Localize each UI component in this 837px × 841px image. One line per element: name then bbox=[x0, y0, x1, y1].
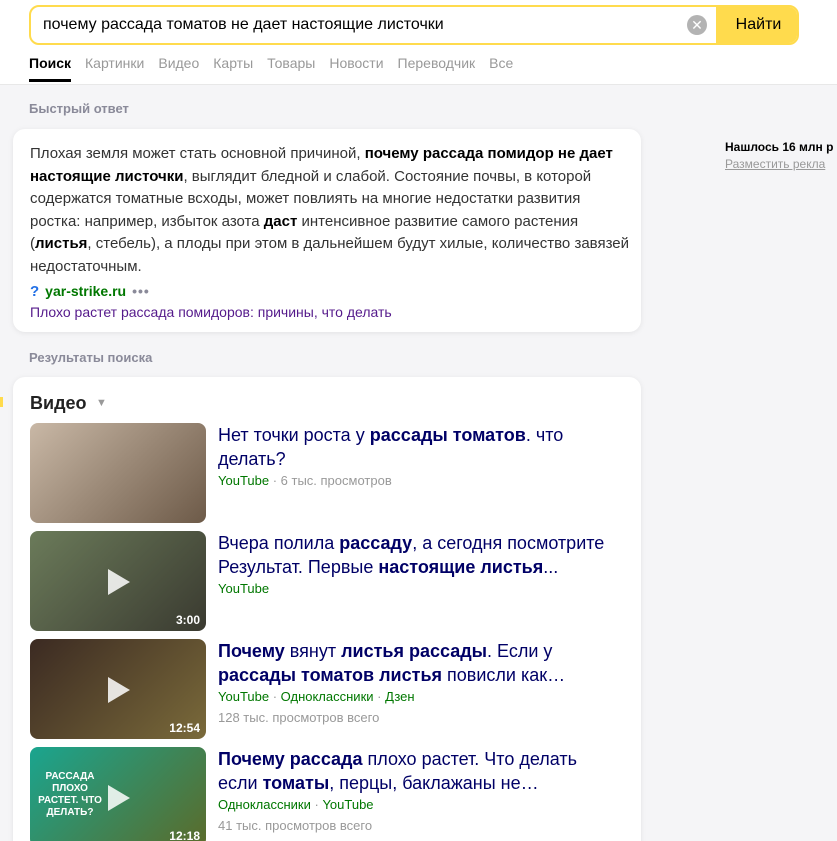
separator: · bbox=[269, 473, 281, 488]
text-fragment: , стебель), а плоды при этом в дальнейше… bbox=[30, 235, 630, 275]
results-area: Быстрый ответ Плохая земля может стать о… bbox=[0, 85, 837, 841]
search-box[interactable]: почему рассада томатов не дает настоящие… bbox=[29, 5, 799, 45]
video-host-link[interactable]: YouTube bbox=[218, 581, 269, 596]
header: почему рассада томатов не дает настоящие… bbox=[0, 0, 837, 85]
tab-2[interactable]: Видео bbox=[158, 54, 199, 74]
play-icon[interactable] bbox=[108, 569, 130, 595]
video-meta: YouTube · Одноклассники · Дзен bbox=[218, 689, 415, 704]
view-count: 6 тыс. просмотров bbox=[280, 473, 392, 488]
text-fragment: рассаду bbox=[339, 533, 413, 553]
search-button[interactable]: Найти bbox=[716, 7, 797, 43]
view-count: 41 тыс. просмотров всего bbox=[218, 818, 373, 833]
sidebar: Нашлось 16 млн р Разместить рекла bbox=[725, 140, 833, 171]
chevron-down-icon[interactable]: ▼ bbox=[96, 397, 107, 409]
scroll-marker bbox=[0, 397, 3, 407]
video-title-link[interactable]: Нет точки роста у рассады томатов. что д… bbox=[218, 423, 618, 471]
quick-answer-source: ? yar-strike.ru ••• bbox=[30, 282, 150, 300]
text-fragment: настоящие листья bbox=[378, 557, 544, 577]
text-fragment: Почему рассада bbox=[218, 749, 363, 769]
separator: · bbox=[373, 689, 386, 704]
video-host-link[interactable]: Дзен bbox=[385, 689, 414, 704]
video-card: Видео ▼ Нет точки роста у рассады томато… bbox=[13, 377, 641, 841]
tab-4[interactable]: Товары bbox=[267, 54, 315, 74]
play-icon[interactable] bbox=[108, 785, 130, 811]
video-item[interactable]: РАССАДА ПЛОХО РАСТЕТ. ЧТО ДЕЛАТЬ? 12:18 По… bbox=[30, 747, 625, 841]
text-fragment: даст bbox=[263, 212, 298, 230]
text-fragment: , перцы, баклажаны не… bbox=[329, 773, 539, 793]
text-fragment: . Если у bbox=[487, 641, 553, 661]
video-heading[interactable]: Видео bbox=[30, 393, 87, 414]
video-title-link[interactable]: Вчера полила рассаду, а сегодня посмотри… bbox=[218, 531, 618, 579]
video-thumbnail[interactable] bbox=[30, 423, 206, 523]
view-count: 128 тыс. просмотров всего bbox=[218, 710, 380, 725]
video-host-link[interactable]: YouTube bbox=[218, 473, 269, 488]
video-duration: 3:00 bbox=[175, 613, 200, 627]
tab-1[interactable]: Картинки bbox=[85, 54, 144, 74]
found-count: Нашлось 16 млн р bbox=[725, 140, 834, 154]
video-item[interactable]: 12:54 Почему вянут листья рассады. Если у… bbox=[30, 639, 625, 739]
video-thumbnail[interactable]: 12:54 bbox=[30, 639, 206, 739]
text-fragment: листья рассады bbox=[341, 641, 488, 661]
text-fragment: Плохая земля может стать основной причин… bbox=[30, 145, 365, 162]
video-thumbnail[interactable]: 3:00 bbox=[30, 531, 206, 631]
text-fragment: Нет точки роста у bbox=[218, 425, 370, 445]
tab-0[interactable]: Поиск bbox=[29, 54, 71, 74]
separator: · bbox=[310, 797, 323, 812]
source-title-link[interactable]: Плохо растет рассада помидоров: причины,… bbox=[30, 304, 392, 320]
text-fragment: вянут bbox=[284, 641, 342, 661]
more-icon[interactable]: ••• bbox=[132, 283, 150, 299]
tab-3[interactable]: Карты bbox=[213, 54, 253, 74]
video-title-link[interactable]: Почему вянут листья рассады. Если у расс… bbox=[218, 639, 618, 687]
text-fragment: листья bbox=[35, 235, 88, 252]
play-icon[interactable] bbox=[108, 677, 130, 703]
tab-6[interactable]: Переводчик bbox=[398, 54, 476, 74]
text-fragment: ... bbox=[543, 557, 559, 577]
text-fragment: рассады томатов листья bbox=[218, 665, 443, 685]
video-meta: Одноклассники · YouTube bbox=[218, 797, 374, 812]
ad-link[interactable]: Разместить рекла bbox=[725, 157, 833, 171]
video-host-link[interactable]: YouTube bbox=[322, 797, 373, 812]
video-thumbnail[interactable]: РАССАДА ПЛОХО РАСТЕТ. ЧТО ДЕЛАТЬ? 12:18 bbox=[30, 747, 206, 841]
text-fragment: Почему bbox=[218, 641, 285, 661]
text-fragment: томаты bbox=[262, 773, 330, 793]
active-tab-underline bbox=[29, 79, 71, 82]
thumbnail-caption: РАССАДА ПЛОХО РАСТЕТ. ЧТО ДЕЛАТЬ? bbox=[38, 771, 102, 818]
source-domain-link[interactable]: yar-strike.ru bbox=[45, 283, 126, 299]
search-tabs: Поиск Картинки Видео Карты Товары Новости Пере… bbox=[29, 54, 527, 74]
video-duration: 12:18 bbox=[169, 829, 200, 841]
video-host-link[interactable]: Одноклассники bbox=[218, 797, 311, 812]
video-host-link[interactable]: YouTube bbox=[218, 689, 269, 704]
separator: · bbox=[269, 689, 281, 704]
video-duration: 12:54 bbox=[169, 721, 200, 735]
quick-answer-text: Плохая земля может стать основной причин… bbox=[30, 143, 630, 278]
video-item[interactable]: 3:00 Вчера полила рассаду, а сегодня посм… bbox=[30, 531, 625, 631]
search-input[interactable]: почему рассада томатов не дает настоящие… bbox=[43, 7, 683, 43]
video-meta: YouTube · 6 тыс. просмотров bbox=[218, 473, 392, 488]
text-fragment: Вчера полила bbox=[218, 533, 340, 553]
video-item[interactable]: Нет точки роста у рассады томатов. что д… bbox=[30, 423, 625, 523]
tab-7[interactable]: Все bbox=[489, 54, 513, 74]
clear-icon[interactable]: ✕ bbox=[687, 15, 707, 35]
video-host-link[interactable]: Одноклассники bbox=[281, 689, 374, 704]
quick-answer-label: Быстрый ответ bbox=[29, 101, 129, 116]
video-meta: YouTube bbox=[218, 581, 269, 596]
quick-answer-card: Плохая земля может стать основной причин… bbox=[13, 129, 641, 332]
video-title-link[interactable]: Почему рассада плохо растет. Что делать … bbox=[218, 747, 618, 795]
results-label: Результаты поиска bbox=[29, 350, 153, 365]
tab-5[interactable]: Новости bbox=[329, 54, 383, 74]
text-fragment: повисли как… bbox=[442, 665, 566, 685]
text-fragment: рассады томатов bbox=[369, 425, 526, 445]
question-icon: ? bbox=[30, 282, 40, 300]
